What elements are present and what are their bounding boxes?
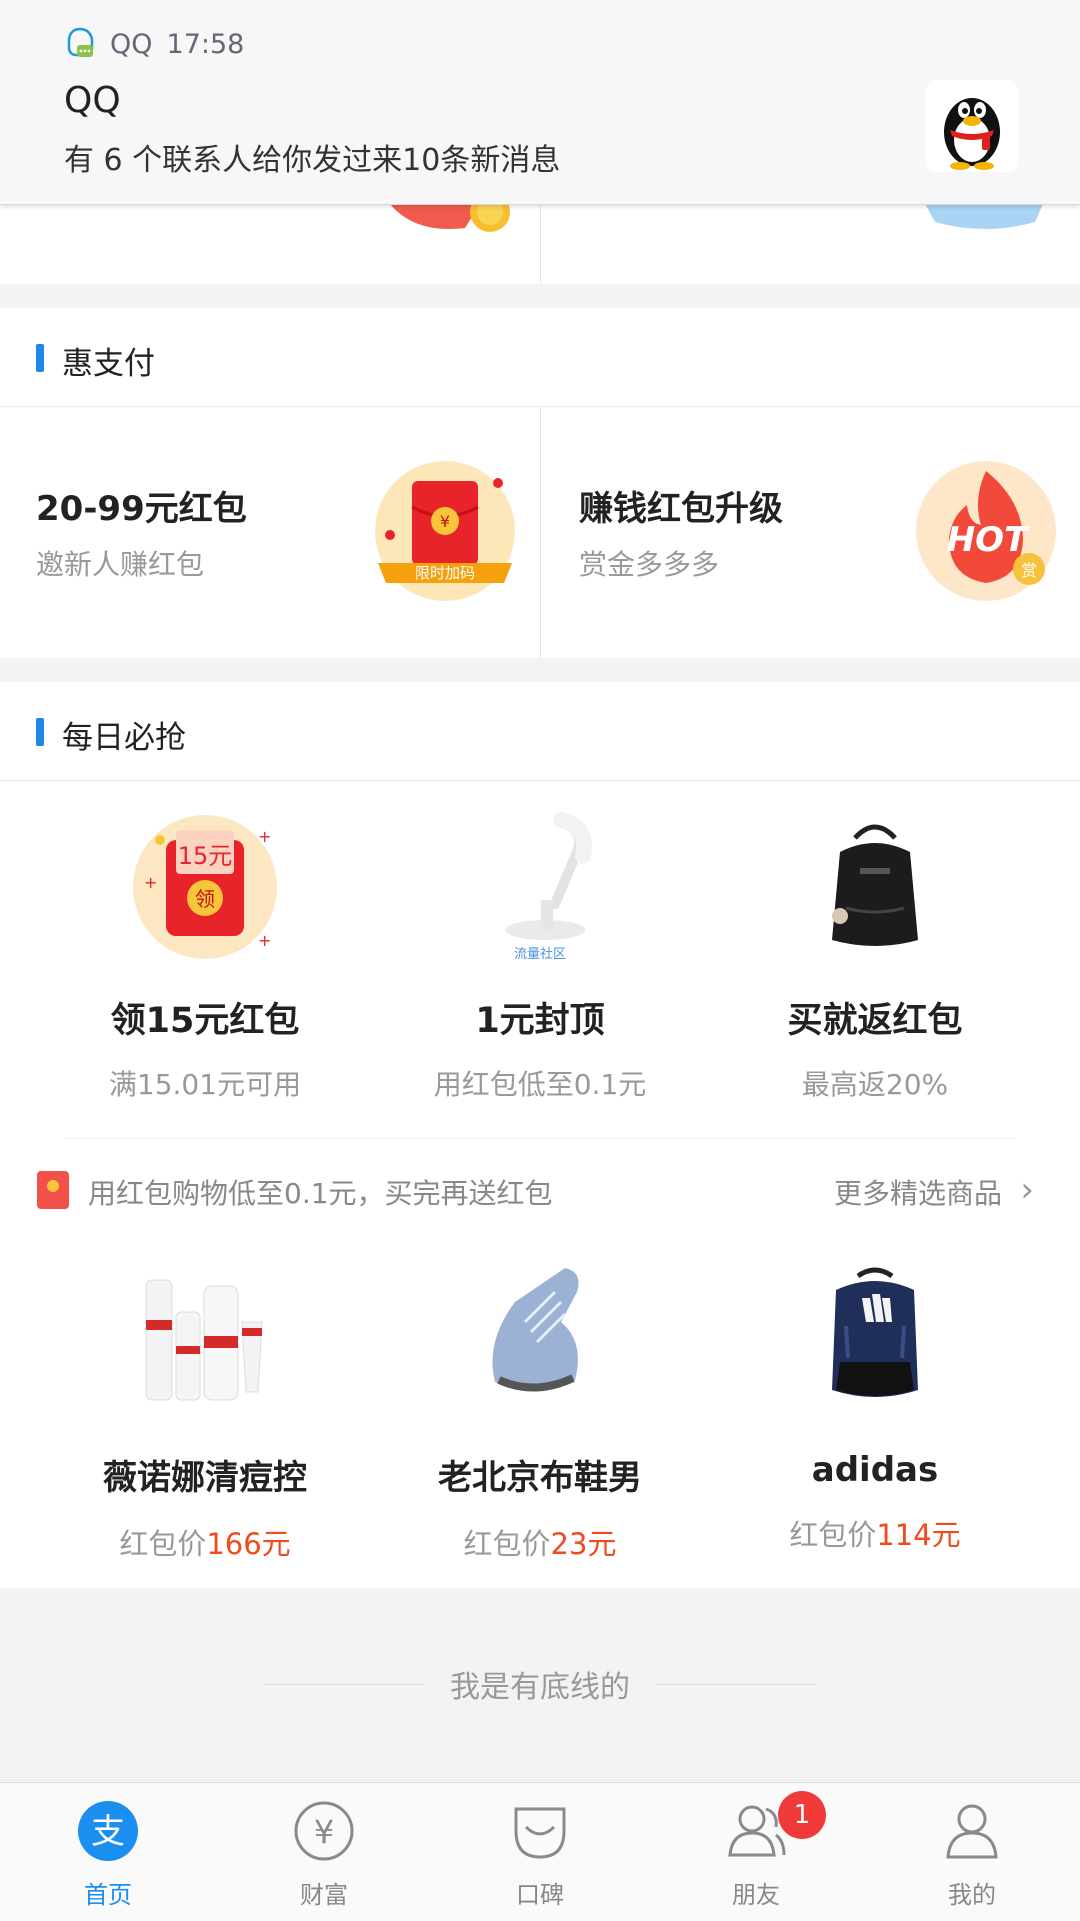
- red-envelope-icon: ¥ 限时加码: [375, 461, 515, 601]
- hot-flame-icon: HOT 赏: [916, 461, 1056, 601]
- product-name: 薇诺娜清痘控: [103, 1458, 307, 1498]
- tab-friends[interactable]: 1 朋友: [648, 1783, 864, 1921]
- friends-icon: [728, 1805, 786, 1857]
- top-card-row-partial: [0, 204, 1080, 284]
- hot-label: HOT: [947, 520, 1030, 560]
- qq-penguin-icon: [926, 80, 1018, 172]
- price-value: 166元: [206, 1527, 291, 1561]
- promo-subtitle: 赏金多多多: [579, 548, 720, 581]
- badge-text: 限时加码: [415, 564, 475, 582]
- product-card[interactable]: adidas 红包价114元: [710, 1262, 1040, 1554]
- product-price: 红包价23元: [375, 1521, 705, 1563]
- red-phone-coin-icon: [390, 204, 510, 232]
- promo-subtitle: 邀新人赚红包: [36, 548, 205, 581]
- svg-text:+: +: [144, 873, 157, 892]
- notification-title: QQ: [64, 80, 121, 121]
- hui-pay-section: 惠支付 20-99元红包 邀新人赚红包 ¥ 限时加码 赚钱红包升级 赏金多多多 …: [0, 308, 1080, 658]
- divider: [64, 1138, 1016, 1139]
- bottom-tab-bar: 支 首页 ¥ 财富 口碑 1 朋友 我的: [0, 1782, 1080, 1921]
- qq-notification[interactable]: QQ 17:58 QQ 有 6 个联系人给你发过来10条新消息: [0, 0, 1080, 205]
- product-price: 红包价166元: [40, 1521, 370, 1563]
- tab-koubei[interactable]: 口碑: [432, 1783, 648, 1921]
- tab-label: 首页: [84, 1881, 132, 1909]
- alipay-home-icon: 支: [78, 1801, 138, 1861]
- unread-badge: 1: [778, 1791, 826, 1839]
- backpack-icon: [800, 812, 950, 962]
- svg-text:¥: ¥: [314, 1813, 334, 1851]
- deal-subtitle: 用红包低至0.1元: [433, 1068, 647, 1101]
- notification-app-name: QQ: [110, 28, 153, 60]
- profile-icon: [946, 1804, 998, 1859]
- qq-app-icon: [67, 27, 94, 57]
- adidas-backpack-icon: [800, 1262, 950, 1412]
- price-value: 114元: [876, 1518, 961, 1552]
- tab-home[interactable]: 支 首页: [0, 1783, 216, 1921]
- svg-text:¥: ¥: [440, 512, 450, 531]
- deal-item-backpack[interactable]: 买就返红包 最高返20%: [710, 812, 1040, 1103]
- claim-label: 领: [195, 887, 215, 911]
- price-label: 红包价: [119, 1527, 207, 1561]
- deal-subtitle: 最高返20%: [801, 1068, 949, 1101]
- section-title: 惠支付: [62, 346, 155, 382]
- product-card[interactable]: 薇诺娜清痘控 红包价166元: [40, 1262, 370, 1563]
- tab-label: 我的: [948, 1881, 996, 1909]
- desk-lamp-icon: 流量社区: [465, 812, 615, 962]
- notification-app-row: QQ 17:58: [64, 24, 244, 64]
- promo-title: 赚钱红包升级: [579, 489, 783, 529]
- section-accent-bar: [36, 718, 44, 746]
- price-label: 红包价: [463, 1527, 551, 1561]
- end-of-list-text: 我是有底线的: [450, 1670, 630, 1705]
- yuan-coin-icon: ¥: [294, 1801, 354, 1861]
- deal-title: 买就返红包: [787, 1001, 963, 1041]
- image-caption: 流量社区: [514, 946, 566, 962]
- more-products-link[interactable]: 更多精选商品: [834, 1172, 1002, 1212]
- product-name: 老北京布鞋男: [438, 1458, 642, 1498]
- notification-body: 有 6 个联系人给你发过来10条新消息: [64, 143, 561, 178]
- tab-wealth[interactable]: ¥ 财富: [216, 1783, 432, 1921]
- skincare-bottles-icon: [130, 1262, 280, 1412]
- voucher-amount: 15元: [178, 842, 233, 870]
- promo-title: 20-99元红包: [36, 489, 247, 529]
- tab-label: 财富: [300, 1881, 348, 1909]
- product-price: 红包价114元: [710, 1512, 1040, 1554]
- svg-text:+: +: [258, 931, 271, 950]
- red-envelope-icon: 15元 领 + + +: [130, 812, 280, 962]
- tab-profile[interactable]: 我的: [864, 1783, 1080, 1921]
- sneaker-icon: [465, 1262, 615, 1412]
- promo-card-invite-redpacket[interactable]: 20-99元红包 邀新人赚红包 ¥ 限时加码: [0, 407, 540, 658]
- promo-strip[interactable]: 用红包购物低至0.1元，买完再送红包 更多精选商品 ›: [0, 1150, 1080, 1230]
- tab-label: 口碑: [516, 1881, 564, 1909]
- notification-time: 17:58: [166, 28, 245, 60]
- tab-label: 朋友: [732, 1881, 780, 1909]
- blue-card-icon: [925, 204, 1043, 229]
- svg-text:支: 支: [91, 1812, 125, 1852]
- deal-title: 领15元红包: [110, 1001, 300, 1041]
- deal-subtitle: 满15.01元可用: [108, 1068, 302, 1101]
- red-envelope-small-icon: [37, 1171, 69, 1209]
- product-name: adidas: [811, 1450, 939, 1490]
- price-value: 23元: [550, 1527, 617, 1561]
- deal-item-redpacket[interactable]: 15元 领 + + + 领15元红包 满15.01元可用: [40, 812, 370, 1103]
- section-header: 每日必抢: [0, 682, 1080, 781]
- svg-text:+: +: [258, 827, 271, 846]
- section-title: 每日必抢: [62, 720, 186, 756]
- reward-label: 赏: [1021, 561, 1037, 580]
- promo-card-hot-upgrade[interactable]: 赚钱红包升级 赏金多多多 HOT 赏: [541, 407, 1080, 658]
- price-label: 红包价: [789, 1518, 877, 1552]
- deal-item-lamp[interactable]: 流量社区 1元封顶 用红包低至0.1元: [375, 812, 705, 1103]
- koubei-icon: [514, 1807, 566, 1859]
- chevron-right-icon[interactable]: ›: [1020, 1170, 1034, 1210]
- section-header: 惠支付: [0, 308, 1080, 407]
- promo-strip-text: 用红包购物低至0.1元，买完再送红包: [88, 1177, 553, 1210]
- product-card[interactable]: 老北京布鞋男 红包价23元: [375, 1262, 705, 1563]
- section-accent-bar: [36, 344, 44, 372]
- deal-title: 1元封顶: [475, 1001, 605, 1041]
